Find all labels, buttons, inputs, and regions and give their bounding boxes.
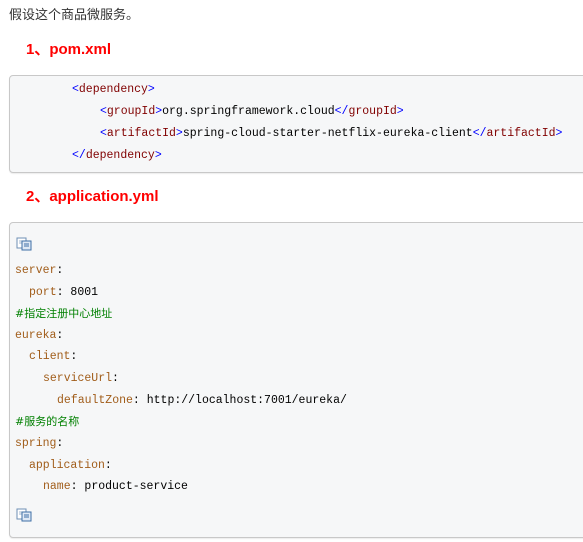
code-line-dependency-open: <dependency> bbox=[72, 83, 155, 96]
xml-tag: dependency bbox=[78, 83, 148, 96]
yml-line-client: client: bbox=[29, 350, 78, 363]
yml-line-eureka: eureka: bbox=[15, 329, 64, 342]
yml-comment: #指定注册中心地址 bbox=[15, 307, 113, 320]
xml-value: spring-cloud-starter-netflix-eureka-clie… bbox=[182, 127, 473, 140]
xml-tag: artifactId bbox=[106, 127, 176, 140]
yml-value: http://localhost:7001/eureka/ bbox=[146, 394, 347, 407]
yml-value: product-service bbox=[84, 480, 188, 493]
copy-code-icon[interactable] bbox=[16, 508, 32, 522]
yml-line-spring: spring: bbox=[15, 437, 64, 450]
yml-line-defaultzone: defaultZone: http://localhost:7001/eurek… bbox=[57, 394, 347, 407]
yml-key: client bbox=[29, 350, 71, 363]
xml-tag: artifactId bbox=[486, 127, 556, 140]
yml-line-port: port: 8001 bbox=[29, 286, 99, 299]
code-line-artifactid: <artifactId>spring-cloud-starter-netflix… bbox=[100, 127, 563, 140]
xml-tag: groupId bbox=[348, 105, 397, 118]
yml-comment: #服务的名称 bbox=[15, 415, 80, 428]
yml-key: port bbox=[29, 286, 57, 299]
yml-line-serviceurl: serviceUrl: bbox=[43, 372, 119, 385]
yml-key: application bbox=[29, 459, 105, 472]
yml-key: name bbox=[43, 480, 71, 493]
yml-line-application: application: bbox=[29, 459, 112, 472]
section-title-pom: 1、pom.xml bbox=[26, 41, 112, 58]
yml-key: defaultZone bbox=[57, 394, 133, 407]
yml-key: spring bbox=[15, 437, 57, 450]
yml-code-block: server: port: 8001 #指定注册中心地址 eureka: cli… bbox=[9, 222, 583, 538]
xml-value: org.springframework.cloud bbox=[162, 105, 335, 118]
yml-line-name: name: product-service bbox=[43, 480, 188, 493]
section-title-yml: 2、application.yml bbox=[26, 188, 159, 205]
yml-value: 8001 bbox=[70, 286, 99, 299]
yml-key: serviceUrl bbox=[43, 372, 113, 385]
pom-code-block: <dependency> <groupId>org.springframewor… bbox=[9, 75, 583, 173]
yml-line-server: server: bbox=[15, 264, 64, 277]
xml-tag: dependency bbox=[85, 149, 155, 162]
code-line-groupid: <groupId>org.springframework.cloud</grou… bbox=[100, 105, 404, 118]
yml-key: eureka bbox=[15, 329, 57, 342]
copy-code-icon[interactable] bbox=[16, 237, 32, 251]
intro-text: 假设这个商品微服务。 bbox=[9, 8, 140, 23]
yml-key: server bbox=[15, 264, 57, 277]
xml-tag: groupId bbox=[106, 105, 156, 118]
code-line-dependency-close: </dependency> bbox=[72, 149, 162, 162]
